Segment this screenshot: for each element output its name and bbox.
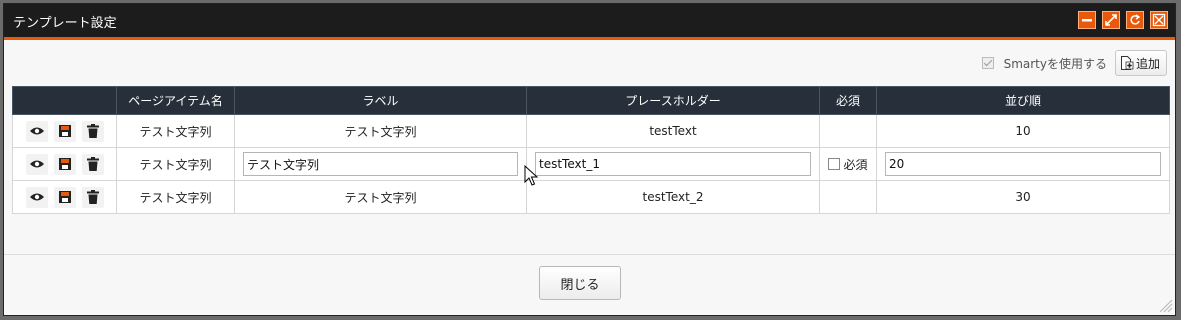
eye-icon	[29, 127, 44, 135]
trash-icon	[86, 124, 99, 138]
item-name-cell: テスト文字列	[116, 180, 235, 214]
placeholder-cell: testText	[526, 114, 820, 148]
delete-button[interactable]	[81, 153, 104, 175]
label-cell: テスト文字列	[234, 114, 527, 148]
smarty-label: Smartyを使用する	[1003, 56, 1107, 71]
item-name-cell: テスト文字列	[116, 114, 235, 148]
order-cell: 30	[876, 180, 1170, 214]
add-page-icon	[1120, 56, 1134, 70]
trash-icon	[86, 157, 99, 171]
template-settings-dialog: テンプレート設定 Smartyを使用する 追加 ページアイテム名 ラベル プレー…	[3, 3, 1176, 316]
placeholder-cell	[526, 147, 820, 181]
trash-icon	[86, 190, 99, 204]
add-button[interactable]: 追加	[1114, 50, 1167, 76]
table-row: テスト文字列 必須	[12, 147, 1170, 181]
header-placeholder: プレースホルダー	[526, 86, 820, 115]
save-button[interactable]	[53, 120, 76, 142]
titlebar[interactable]: テンプレート設定	[4, 4, 1175, 40]
save-button[interactable]	[53, 153, 76, 175]
delete-button[interactable]	[81, 186, 104, 208]
required-cell	[819, 114, 877, 148]
view-button[interactable]	[25, 153, 48, 175]
placeholder-input[interactable]	[535, 152, 811, 176]
item-name-cell: テスト文字列	[116, 147, 235, 181]
add-button-label: 追加	[1135, 56, 1160, 71]
label-cell	[234, 147, 527, 181]
mouse-cursor-icon	[524, 165, 538, 186]
template-options: Smartyを使用する 追加	[981, 49, 1167, 77]
template-items-table: ページアイテム名 ラベル プレースホルダー 必須 並び順 テスト文字列 テスト文…	[12, 86, 1170, 214]
maximize-button[interactable]	[1102, 11, 1120, 29]
placeholder-cell: testText_2	[526, 180, 820, 214]
reload-icon	[1130, 14, 1141, 25]
header-item-name: ページアイテム名	[116, 86, 235, 115]
smarty-checkbox[interactable]	[981, 57, 994, 69]
eye-icon	[29, 193, 44, 201]
row-actions	[12, 147, 117, 181]
required-cell	[819, 180, 877, 214]
view-button[interactable]	[25, 186, 48, 208]
close-dialog-button[interactable]: 閉じる	[539, 266, 621, 300]
save-button[interactable]	[53, 186, 76, 208]
header-order: 並び順	[876, 86, 1170, 115]
view-button[interactable]	[25, 120, 48, 142]
header-required: 必須	[819, 86, 877, 115]
row-actions	[12, 114, 117, 148]
order-cell	[876, 147, 1170, 181]
header-actions	[12, 86, 117, 115]
close-icon	[1152, 13, 1166, 27]
delete-button[interactable]	[81, 120, 104, 142]
resize-grip-icon[interactable]	[1157, 297, 1173, 313]
header-label: ラベル	[234, 86, 527, 115]
minimize-button[interactable]	[1078, 11, 1096, 29]
window-controls	[1078, 11, 1168, 29]
eye-icon	[29, 160, 44, 168]
order-input[interactable]	[885, 152, 1161, 176]
order-cell: 10	[876, 114, 1170, 148]
dialog-title: テンプレート設定	[13, 16, 117, 31]
footer-divider	[4, 254, 1175, 255]
save-icon	[58, 191, 71, 203]
save-icon	[58, 125, 71, 137]
required-label: 必須	[843, 157, 868, 172]
close-button[interactable]	[1150, 11, 1168, 29]
table-row: テスト文字列 テスト文字列 testText 10	[12, 114, 1170, 148]
table-header-row: ページアイテム名 ラベル プレースホルダー 必須 並び順	[12, 86, 1170, 115]
reload-button[interactable]	[1126, 11, 1144, 29]
row-actions	[12, 180, 117, 214]
maximize-icon	[1105, 14, 1117, 26]
label-cell: テスト文字列	[234, 180, 527, 214]
required-checkbox[interactable]	[828, 158, 841, 170]
label-input[interactable]	[243, 152, 518, 176]
minimize-icon	[1082, 19, 1092, 22]
save-icon	[58, 158, 71, 170]
table-row: テスト文字列 テスト文字列 testText_2 30	[12, 180, 1170, 214]
required-cell: 必須	[819, 147, 877, 181]
